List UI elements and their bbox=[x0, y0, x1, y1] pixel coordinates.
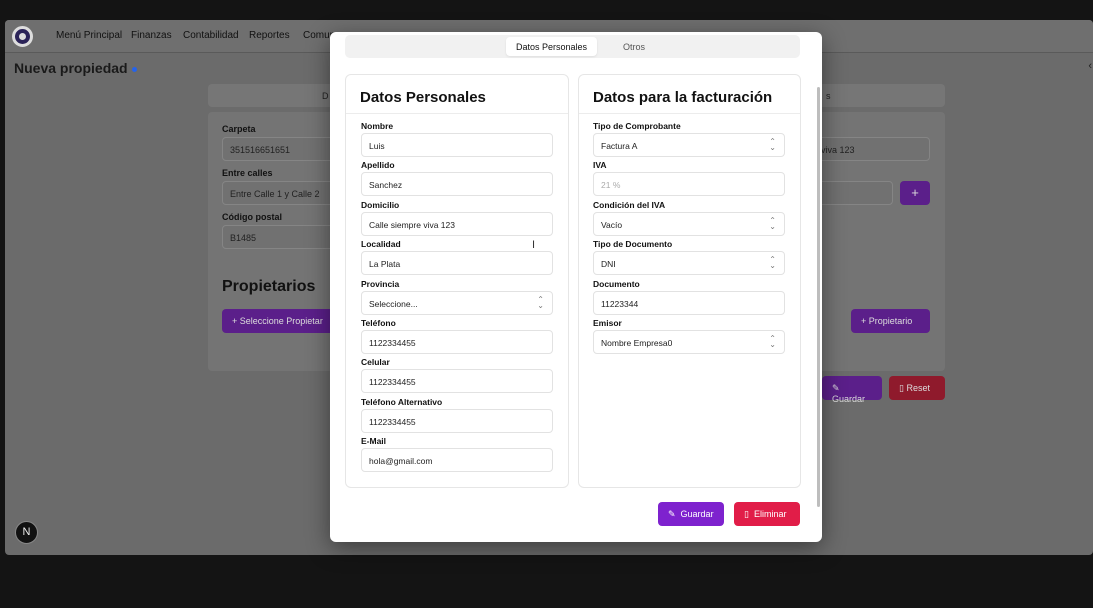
modal-scrollbar[interactable] bbox=[817, 87, 820, 507]
provincia-select[interactable]: Seleccione... ⌃ ⌄ bbox=[361, 291, 553, 315]
nav-reportes[interactable]: Reportes bbox=[249, 30, 290, 41]
bg-reset-button[interactable]: ▯ Reset bbox=[889, 376, 945, 400]
chevron-up-down-icon: ⌃ ⌄ bbox=[769, 334, 776, 349]
emisor-value: Nombre Empresa0 bbox=[601, 338, 673, 348]
condicion-iva-select[interactable]: Vacío ⌃ ⌄ bbox=[593, 212, 785, 236]
bg-carpeta-label: Carpeta bbox=[222, 124, 256, 134]
tipo-comprobante-value: Factura A bbox=[601, 141, 638, 151]
provincia-label: Provincia bbox=[361, 279, 400, 289]
apellido-input[interactable]: Sanchez bbox=[361, 172, 553, 196]
logo-icon[interactable] bbox=[12, 26, 33, 47]
emisor-label: Emisor bbox=[593, 318, 622, 328]
bg-codigo-postal-label: Código postal bbox=[222, 212, 282, 222]
nav-contabilidad[interactable]: Contabilidad bbox=[183, 30, 239, 41]
chevron-left-icon[interactable]: ‹ bbox=[1088, 60, 1092, 72]
celular-label: Celular bbox=[361, 357, 390, 367]
delete-button[interactable]: ▯ Eliminar bbox=[734, 502, 800, 526]
telefono-input[interactable]: 1122334455 bbox=[361, 330, 553, 354]
bg-select-input[interactable] bbox=[813, 181, 893, 205]
bg-add-propietario-button[interactable]: + Propietario bbox=[851, 309, 930, 333]
text-cursor-icon: I bbox=[532, 239, 536, 251]
condicion-iva-label: Condición del IVA bbox=[593, 200, 666, 210]
bg-entre-calles-input[interactable]: Entre Calle 1 y Calle 2 bbox=[222, 181, 342, 205]
bg-add-button[interactable]: + bbox=[900, 181, 930, 205]
bg-carpeta-input[interactable]: 351516651651 bbox=[222, 137, 342, 161]
nombre-input[interactable]: Luis bbox=[361, 133, 553, 157]
tipo-documento-value: DNI bbox=[601, 259, 616, 269]
domicilio-label: Domicilio bbox=[361, 200, 400, 210]
bg-seleccione-propietario-button[interactable]: + Seleccione Propietar bbox=[222, 309, 338, 333]
nav-finanzas[interactable]: Finanzas bbox=[131, 30, 172, 41]
info-dot-icon bbox=[131, 66, 137, 72]
localidad-input[interactable]: La Plata bbox=[361, 251, 553, 275]
iva-input: 21 % bbox=[593, 172, 785, 196]
tipo-comprobante-label: Tipo de Comprobante bbox=[593, 121, 681, 131]
nav-menu-principal[interactable]: Menú Principal bbox=[56, 30, 122, 41]
celular-input[interactable]: 1122334455 bbox=[361, 369, 553, 393]
localidad-label: Localidad bbox=[361, 239, 401, 249]
page-title: Nueva propiedad bbox=[14, 60, 137, 76]
documento-input[interactable]: 11223344 bbox=[593, 291, 785, 315]
divider bbox=[579, 113, 800, 114]
iva-label: IVA bbox=[593, 160, 607, 170]
domicilio-input[interactable]: Calle siempre viva 123 bbox=[361, 212, 553, 236]
billing-panel: Datos para la facturación Tipo de Compro… bbox=[578, 74, 801, 488]
bg-tab-left[interactable]: D bbox=[322, 91, 329, 101]
telefono-alternativo-input[interactable]: 1122334455 bbox=[361, 409, 553, 433]
personal-data-panel: Datos Personales Nombre Luis Apellido Sa… bbox=[345, 74, 569, 488]
tipo-documento-label: Tipo de Documento bbox=[593, 239, 673, 249]
email-input[interactable]: hola@gmail.com bbox=[361, 448, 553, 472]
edit-icon: ✎ bbox=[668, 509, 676, 519]
divider bbox=[346, 113, 568, 114]
personal-data-title: Datos Personales bbox=[360, 89, 486, 106]
trash-icon: ▯ bbox=[744, 509, 749, 519]
email-label: E-Mail bbox=[361, 436, 387, 446]
tab-datos-personales[interactable]: Datos Personales bbox=[506, 37, 598, 56]
bg-guardar-button[interactable]: ✎ Guardar bbox=[822, 376, 882, 404]
modal-tabbar: Datos Personales Otros bbox=[345, 35, 800, 58]
chevron-up-down-icon: ⌃ ⌄ bbox=[537, 295, 544, 310]
emisor-select[interactable]: Nombre Empresa0 ⌃ ⌄ bbox=[593, 330, 785, 354]
bg-direccion-input[interactable]: viva 123 bbox=[813, 137, 930, 161]
apellido-label: Apellido bbox=[361, 160, 395, 170]
bg-tab-right[interactable]: s bbox=[826, 91, 831, 101]
next-badge[interactable]: N bbox=[15, 521, 38, 544]
bg-codigo-postal-input[interactable]: B1485 bbox=[222, 225, 342, 249]
tipo-documento-select[interactable]: DNI ⌃ ⌄ bbox=[593, 251, 785, 275]
save-button[interactable]: ✎ Guardar bbox=[658, 502, 724, 526]
telefono-alternativo-label: Teléfono Alternativo bbox=[361, 397, 443, 407]
chevron-up-down-icon: ⌃ ⌄ bbox=[769, 137, 776, 152]
documento-label: Documento bbox=[593, 279, 640, 289]
chevron-up-down-icon: ⌃ ⌄ bbox=[769, 255, 776, 270]
provincia-value: Seleccione... bbox=[369, 299, 418, 309]
tab-otros[interactable]: Otros bbox=[613, 37, 655, 56]
condicion-iva-value: Vacío bbox=[601, 220, 623, 230]
bg-entre-calles-label: Entre calles bbox=[222, 168, 273, 178]
persona-modal: Datos Personales Otros Datos Personales … bbox=[330, 32, 822, 542]
billing-title: Datos para la facturación bbox=[593, 89, 773, 106]
chevron-up-down-icon: ⌃ ⌄ bbox=[769, 216, 776, 231]
nombre-label: Nombre bbox=[361, 121, 394, 131]
tipo-comprobante-select[interactable]: Factura A ⌃ ⌄ bbox=[593, 133, 785, 157]
telefono-label: Teléfono bbox=[361, 318, 396, 328]
bg-propietarios-heading: Propietarios bbox=[222, 278, 316, 295]
